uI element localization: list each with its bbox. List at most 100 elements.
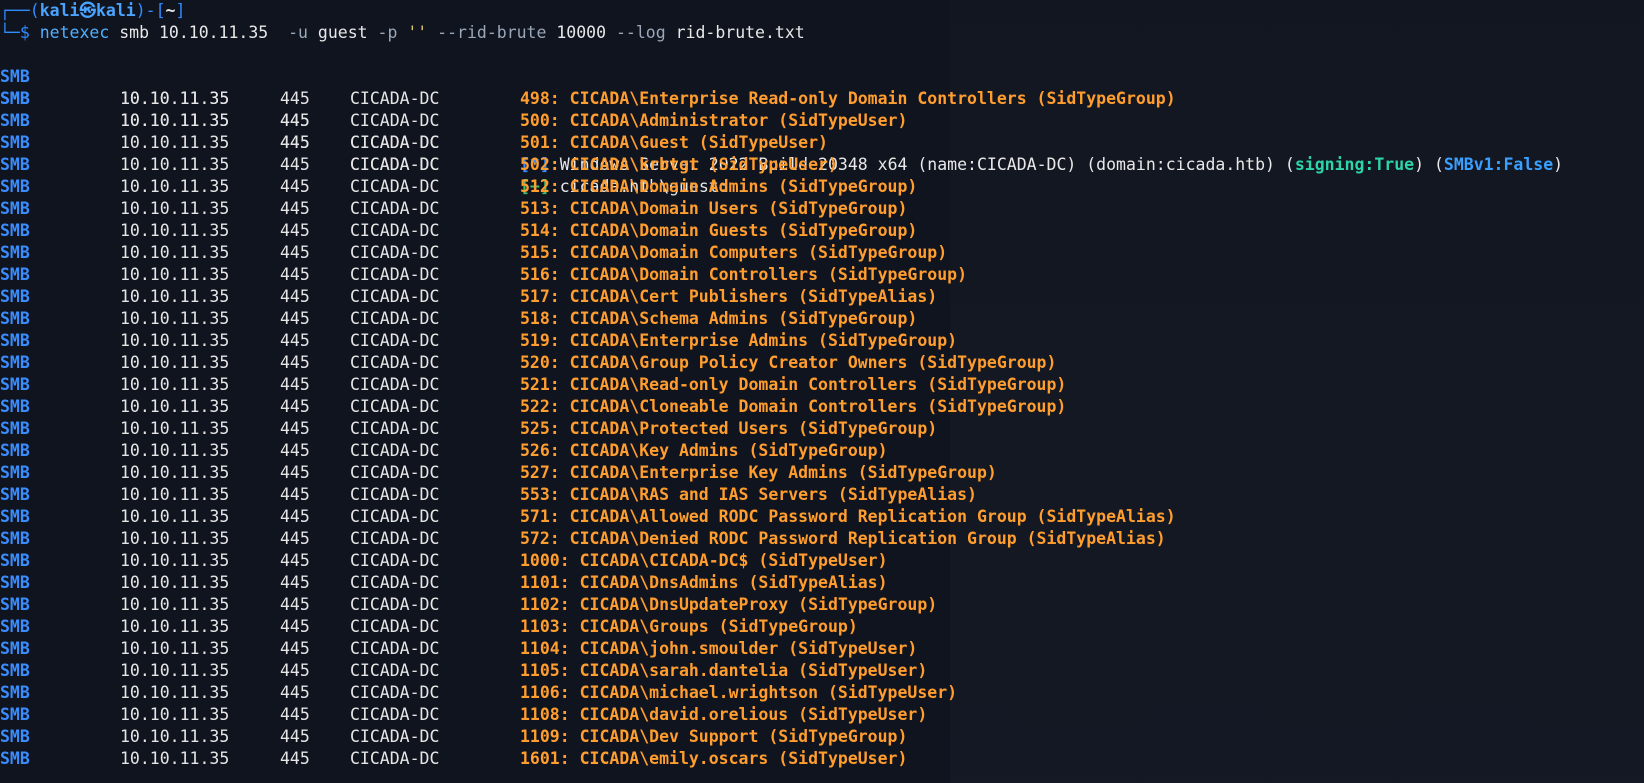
ip-address: 10.10.11.35 — [120, 353, 230, 372]
proto-label: SMB — [0, 177, 30, 196]
rid-row: SMB 10.10.11.35 445 CICADA-DC 520: CICADA\Gr… — [0, 352, 1644, 374]
rid-entry: 553: CICADA\RAS and IAS Servers (SidType… — [520, 485, 977, 504]
port: 445 — [280, 573, 310, 592]
hostname: CICADA-DC — [350, 551, 440, 570]
ip-address: 10.10.11.35 — [120, 133, 230, 152]
proto-label: SMB — [0, 353, 30, 372]
rid-row: SMB 10.10.11.35 445 CICADA-DC 516: CICADA\Do… — [0, 264, 1644, 286]
hostname: CICADA-DC — [350, 661, 440, 680]
proto-label: SMB — [0, 287, 30, 306]
hostname: CICADA-DC — [350, 89, 440, 108]
hostname: CICADA-DC — [350, 463, 440, 482]
ip-address: 10.10.11.35 — [120, 199, 230, 218]
rid-entry: 525: CICADA\Protected Users (SidTypeGrou… — [520, 419, 938, 438]
rid-row: SMB 10.10.11.35 445 CICADA-DC 519: CICADA\En… — [0, 330, 1644, 352]
rid-entry: 500: CICADA\Administrator (SidTypeUser) — [520, 111, 908, 130]
ip-address: 10.10.11.35 — [120, 529, 230, 548]
rid-entry: 514: CICADA\Domain Guests (SidTypeGroup) — [520, 221, 918, 240]
output-row-info: SMB 10.10.11.35 445 CICADA-DC [*] Window… — [0, 44, 1644, 174]
hostname: CICADA-DC — [350, 221, 440, 240]
rid-entry: 520: CICADA\Group Policy Creator Owners … — [520, 353, 1057, 372]
port: 445 — [280, 331, 310, 350]
prompt-line: ┌──(kali㉿kali)-[~] — [0, 0, 1644, 22]
output-row-auth: SMB 10.10.11.35 445 CICADA-DC [+] cicada… — [0, 66, 1644, 196]
rid-row: SMB 10.10.11.35 445 CICADA-DC 526: CICADA\Ke… — [0, 440, 1644, 462]
prompt-bracket-close: ] — [175, 1, 186, 20]
hostname: CICADA-DC — [350, 397, 440, 416]
ip-address: 10.10.11.35 — [120, 89, 230, 108]
rid-row: SMB 10.10.11.35 445 CICADA-DC 1101: CICADA\D… — [0, 572, 1644, 594]
proto-label: SMB — [0, 89, 30, 108]
ip-address: 10.10.11.35 — [120, 705, 230, 724]
rid-row: SMB 10.10.11.35 445 CICADA-DC 1106: CICADA\m… — [0, 682, 1644, 704]
hostname: CICADA-DC — [350, 133, 440, 152]
rid-entry: 1601: CICADA\emily.oscars (SidTypeUser) — [520, 749, 908, 768]
command-logfile: rid-brute.txt — [665, 23, 805, 42]
rid-entry: 517: CICADA\Cert Publishers (SidTypeAlia… — [520, 287, 938, 306]
rid-entry: 1102: CICADA\DnsUpdateProxy (SidTypeGrou… — [520, 595, 938, 614]
port: 445 — [280, 221, 310, 240]
rid-row: SMB 10.10.11.35 445 CICADA-DC 498: CICADA\En… — [0, 88, 1644, 110]
proto-label: SMB — [0, 309, 30, 328]
rid-entry: 516: CICADA\Domain Controllers (SidTypeG… — [520, 265, 968, 284]
rid-row: SMB 10.10.11.35 445 CICADA-DC 1105: CICADA\s… — [0, 660, 1644, 682]
rid-row: SMB 10.10.11.35 445 CICADA-DC 527: CICADA\En… — [0, 462, 1644, 484]
ip-address: 10.10.11.35 — [120, 683, 230, 702]
rid-entry: 498: CICADA\Enterprise Read-only Domain … — [520, 89, 1176, 108]
rid-entry: 521: CICADA\Read-only Domain Controllers… — [520, 375, 1067, 394]
proto-label: SMB — [0, 749, 30, 768]
port: 445 — [280, 89, 310, 108]
proto-label: SMB — [0, 441, 30, 460]
port: 445 — [280, 529, 310, 548]
proto-label: SMB — [0, 595, 30, 614]
ip-address: 10.10.11.35 — [120, 441, 230, 460]
ip-address: 10.10.11.35 — [120, 551, 230, 570]
proto-label: SMB — [0, 155, 30, 174]
rid-entry: 1103: CICADA\Groups (SidTypeGroup) — [520, 617, 858, 636]
ip-address: 10.10.11.35 — [120, 111, 230, 130]
port: 445 — [280, 375, 310, 394]
port: 445 — [280, 705, 310, 724]
rid-row: SMB 10.10.11.35 445 CICADA-DC 502: CICADA\kr… — [0, 154, 1644, 176]
command-flag-u: -u — [288, 23, 308, 42]
proto-label: SMB — [0, 133, 30, 152]
command-flag-log: --log — [615, 23, 666, 42]
rid-row: SMB 10.10.11.35 445 CICADA-DC 553: CICADA\RA… — [0, 484, 1644, 506]
command-binary: netexec — [39, 23, 110, 42]
ip-address: 10.10.11.35 — [120, 287, 230, 306]
port: 445 — [280, 133, 310, 152]
terminal-window[interactable]: ┌──(kali㉿kali)-[~] └─$ netexec smb 10.10… — [0, 0, 1644, 783]
hostname: CICADA-DC — [350, 749, 440, 768]
prompt-corner: ┌──( — [0, 1, 40, 20]
proto-label: SMB — [0, 463, 30, 482]
rid-row: SMB 10.10.11.35 445 CICADA-DC 1102: CICADA\D… — [0, 594, 1644, 616]
port: 445 — [280, 749, 310, 768]
rid-row: SMB 10.10.11.35 445 CICADA-DC 1104: CICADA\j… — [0, 638, 1644, 660]
rid-entry: 512: CICADA\Domain Admins (SidTypeGroup) — [520, 177, 918, 196]
rid-row: SMB 10.10.11.35 445 CICADA-DC 1000: CICADA\C… — [0, 550, 1644, 572]
hostname: CICADA-DC — [350, 507, 440, 526]
hostname: CICADA-DC — [350, 177, 440, 196]
port: 445 — [280, 441, 310, 460]
proto-label: SMB — [0, 617, 30, 636]
rid-entry: 526: CICADA\Key Admins (SidTypeGroup) — [520, 441, 888, 460]
rid-row: SMB 10.10.11.35 445 CICADA-DC 525: CICADA\Pr… — [0, 418, 1644, 440]
proto-label: SMB — [0, 111, 30, 130]
proto-label: SMB — [0, 705, 30, 724]
port: 445 — [280, 243, 310, 262]
rid-row: SMB 10.10.11.35 445 CICADA-DC 512: CICADA\Do… — [0, 176, 1644, 198]
port: 445 — [280, 177, 310, 196]
rid-row: SMB 10.10.11.35 445 CICADA-DC 517: CICADA\Ce… — [0, 286, 1644, 308]
ip-address: 10.10.11.35 — [120, 727, 230, 746]
ip-address: 10.10.11.35 — [120, 331, 230, 350]
ip-address: 10.10.11.35 — [120, 639, 230, 658]
terminal-output: ┌──(kali㉿kali)-[~] └─$ netexec smb 10.10… — [0, 0, 1644, 770]
proto-label: SMB — [0, 507, 30, 526]
proto-label: SMB — [0, 243, 30, 262]
hostname: CICADA-DC — [350, 705, 440, 724]
rid-entry: 522: CICADA\Cloneable Domain Controllers… — [520, 397, 1067, 416]
proto-label: SMB — [0, 683, 30, 702]
proto-label: SMB — [0, 331, 30, 350]
ip-address: 10.10.11.35 — [120, 221, 230, 240]
proto-label: SMB — [0, 551, 30, 570]
